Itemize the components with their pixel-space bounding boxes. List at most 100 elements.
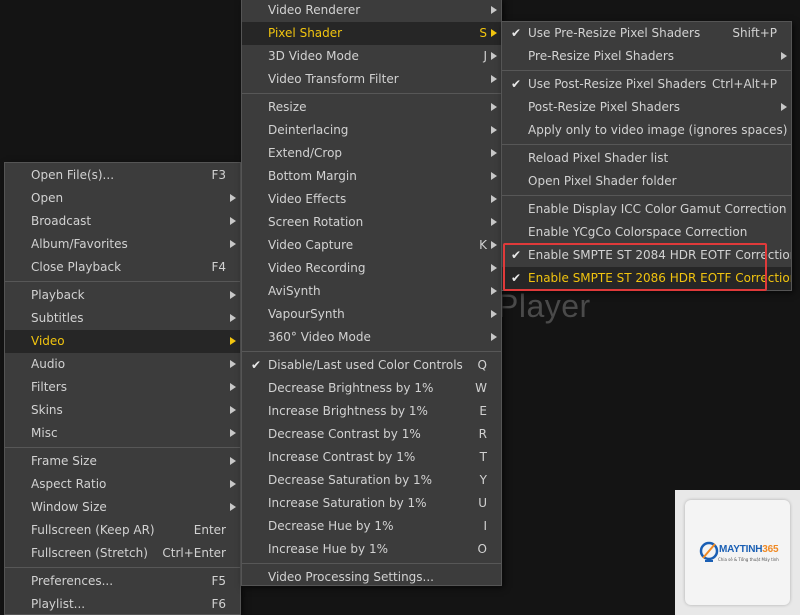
submenu-arrow-icon: [781, 52, 787, 60]
menu-item-360-video-mode[interactable]: 360° Video Mode: [242, 326, 501, 349]
menu-item-shortcut: F5: [211, 574, 226, 588]
submenu-arrow-icon: [230, 429, 236, 437]
menu-separator: [5, 281, 240, 282]
menu-item-increase-saturation-by-1[interactable]: Increase Saturation by 1% U: [242, 492, 501, 515]
menu-item-subtitles[interactable]: Subtitles: [5, 307, 240, 330]
menu-item-filters[interactable]: Filters: [5, 376, 240, 399]
menu-item-decrease-saturation-by-1[interactable]: Decrease Saturation by 1% Y: [242, 469, 501, 492]
menu-item-label: Album/Favorites: [31, 237, 128, 251]
menu-item-video-capture[interactable]: Video Capture K: [242, 234, 501, 257]
submenu-arrow-icon: [491, 6, 497, 14]
menu-item-playback[interactable]: Playback: [5, 284, 240, 307]
menu-item-vapoursynth[interactable]: VapourSynth: [242, 303, 501, 326]
submenu-arrow-icon: [491, 195, 497, 203]
menu-item-video-transform-filter[interactable]: Video Transform Filter: [242, 68, 501, 91]
menu-item-bottom-margin[interactable]: Bottom Margin: [242, 165, 501, 188]
menu-item-label: Playlist...: [31, 597, 86, 611]
menu-item-fullscreen-stretch[interactable]: Fullscreen (Stretch) Ctrl+Enter: [5, 542, 240, 565]
menu-item-video-recording[interactable]: Video Recording: [242, 257, 501, 280]
menu-item-screen-rotation[interactable]: Screen Rotation: [242, 211, 501, 234]
menu-item-label: Use Post-Resize Pixel Shaders: [528, 77, 707, 91]
menu-item-shortcut: R: [478, 427, 487, 441]
menu-item-disable-last-used-color-controls[interactable]: ✔ Disable/Last used Color Controls Q: [242, 354, 501, 377]
submenu-arrow-icon: [491, 75, 497, 83]
menu-item-video-effects[interactable]: Video Effects: [242, 188, 501, 211]
menu-item-label: Video: [31, 334, 65, 348]
menu-item-open[interactable]: Open: [5, 187, 240, 210]
menu-item-label: 360° Video Mode: [268, 330, 371, 344]
menu-item-enable-display-icc-color-gamut-correction[interactable]: Enable Display ICC Color Gamut Correctio…: [502, 198, 791, 221]
checkmark-icon: ✔: [250, 358, 262, 372]
menu-item-video-renderer[interactable]: Video Renderer: [242, 0, 501, 22]
menu-item-broadcast[interactable]: Broadcast: [5, 210, 240, 233]
menu-item-label: Audio: [31, 357, 66, 371]
menu-item-window-size[interactable]: Window Size: [5, 496, 240, 519]
menu-item-shortcut: Ctrl+Enter: [162, 546, 226, 560]
submenu-arrow-icon: [491, 126, 497, 134]
menu-item-label: Video Effects: [268, 192, 347, 206]
menu-item-label: VapourSynth: [268, 307, 345, 321]
logo-watermark: MAYTINH365 Chia sẻ & Tổng thuật Máy tính: [675, 490, 800, 615]
menu-item-label: Misc: [31, 426, 58, 440]
menu-item-pre-resize-pixel-shaders[interactable]: Pre-Resize Pixel Shaders: [502, 45, 791, 68]
menu-item-pixel-shader[interactable]: Pixel Shader S: [242, 22, 501, 45]
menu-item-3d-video-mode[interactable]: 3D Video Mode J: [242, 45, 501, 68]
menu-item-label: Disable/Last used Color Controls: [268, 358, 463, 372]
menu-item-decrease-hue-by-1[interactable]: Decrease Hue by 1% I: [242, 515, 501, 538]
menu-item-open-pixel-shader-folder[interactable]: Open Pixel Shader folder: [502, 170, 791, 193]
menu-item-enable-ycgco-colorspace-correction[interactable]: Enable YCgCo Colorspace Correction: [502, 221, 791, 244]
menu-item-label: Bottom Margin: [268, 169, 357, 183]
menu-item-increase-brightness-by-1[interactable]: Increase Brightness by 1% E: [242, 400, 501, 423]
menu-item-use-post-resize-pixel-shaders[interactable]: ✔ Use Post-Resize Pixel Shaders Ctrl+Alt+P: [502, 73, 791, 96]
menu-item-preferences[interactable]: Preferences... F5: [5, 570, 240, 593]
menu-item-label: Enable YCgCo Colorspace Correction: [528, 225, 748, 239]
menu-item-video[interactable]: Video: [5, 330, 240, 353]
submenu-arrow-icon: [491, 287, 497, 295]
menu-item-open-file-s[interactable]: Open File(s)... F3: [5, 164, 240, 187]
submenu-arrow-icon: [230, 383, 236, 391]
menu-item-frame-size[interactable]: Frame Size: [5, 450, 240, 473]
menu-item-label: Post-Resize Pixel Shaders: [528, 100, 681, 114]
menu-item-fullscreen-keep-ar[interactable]: Fullscreen (Keep AR) Enter: [5, 519, 240, 542]
menu-item-post-resize-pixel-shaders[interactable]: Post-Resize Pixel Shaders: [502, 96, 791, 119]
menu-item-shortcut: W: [475, 381, 487, 395]
menu-item-extend-crop[interactable]: Extend/Crop: [242, 142, 501, 165]
menu-item-misc[interactable]: Misc: [5, 422, 240, 445]
menu-item-audio[interactable]: Audio: [5, 353, 240, 376]
menu-item-use-pre-resize-pixel-shaders[interactable]: ✔ Use Pre-Resize Pixel Shaders Shift+P: [502, 22, 791, 45]
menu-item-label: Playback: [31, 288, 85, 302]
menu-item-shortcut: F6: [211, 597, 226, 611]
menu-item-apply-only-to-video-image-ignores-spaces[interactable]: Apply only to video image (ignores space…: [502, 119, 791, 142]
menu-item-increase-hue-by-1[interactable]: Increase Hue by 1% O: [242, 538, 501, 561]
menu-item-resize[interactable]: Resize: [242, 96, 501, 119]
menu-item-increase-contrast-by-1[interactable]: Increase Contrast by 1% T: [242, 446, 501, 469]
menu-item-shortcut: F4: [211, 260, 226, 274]
menu-item-skins[interactable]: Skins: [5, 399, 240, 422]
menu-item-label: Open: [31, 191, 64, 205]
menu-item-decrease-brightness-by-1[interactable]: Decrease Brightness by 1% W: [242, 377, 501, 400]
menu-item-aspect-ratio[interactable]: Aspect Ratio: [5, 473, 240, 496]
menu-item-shortcut: U: [478, 496, 487, 510]
menu-item-deinterlacing[interactable]: Deinterlacing: [242, 119, 501, 142]
menu-item-avisynth[interactable]: AviSynth: [242, 280, 501, 303]
menu-item-label: Reload Pixel Shader list: [528, 151, 669, 165]
menu-item-label: Increase Hue by 1%: [268, 542, 388, 556]
menu-item-label: Decrease Saturation by 1%: [268, 473, 433, 487]
submenu-arrow-icon: [491, 149, 497, 157]
submenu-arrow-icon: [491, 29, 497, 37]
submenu-arrow-icon: [230, 457, 236, 465]
menu-item-reload-pixel-shader-list[interactable]: Reload Pixel Shader list: [502, 147, 791, 170]
logo-tagline: Chia sẻ & Tổng thuật Máy tính: [718, 557, 779, 562]
menu-item-shortcut: T: [479, 450, 487, 464]
menu-item-video-processing-settings[interactable]: Video Processing Settings...: [242, 566, 501, 585]
menu-item-decrease-contrast-by-1[interactable]: Decrease Contrast by 1% R: [242, 423, 501, 446]
menu-item-label: Deinterlacing: [268, 123, 349, 137]
menu-item-shortcut: Ctrl+Alt+P: [712, 77, 777, 91]
menu-item-shortcut: S: [479, 26, 487, 40]
menu-item-album-favorites[interactable]: Album/Favorites: [5, 233, 240, 256]
submenu-arrow-icon: [491, 333, 497, 341]
submenu-arrow-icon: [491, 241, 497, 249]
menu-item-close-playback[interactable]: Close Playback F4: [5, 256, 240, 279]
submenu-arrow-icon: [230, 194, 236, 202]
menu-item-playlist[interactable]: Playlist... F6: [5, 593, 240, 614]
